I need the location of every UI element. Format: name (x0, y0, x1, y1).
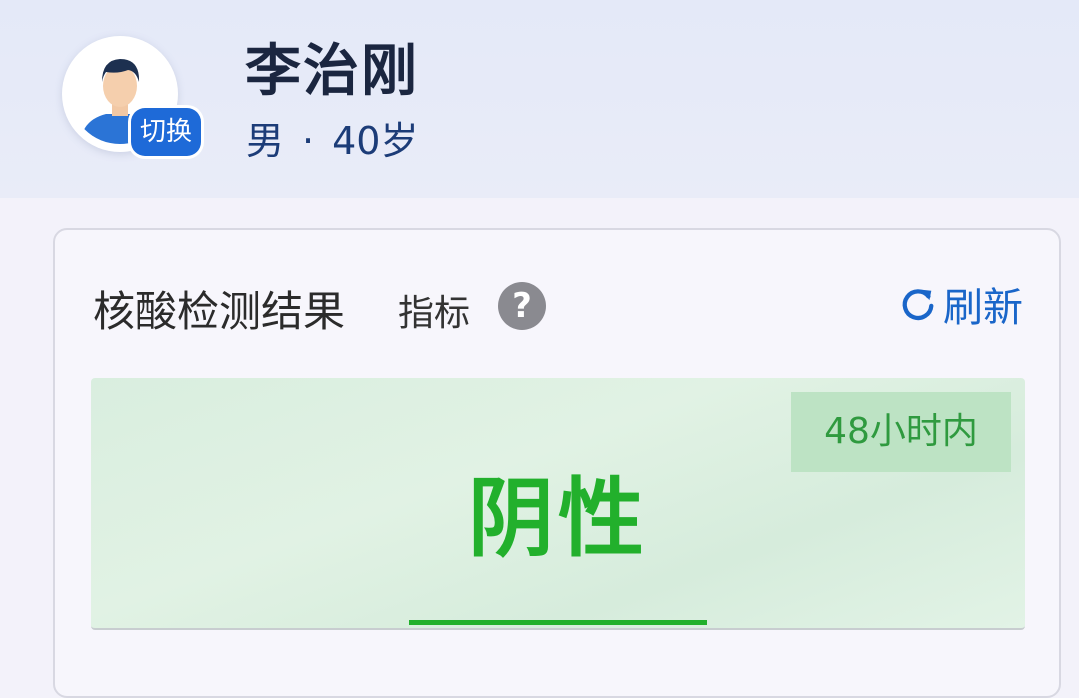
profile-header: 切换 李治刚 男 · 40岁 (0, 0, 1079, 198)
user-age: 40岁 (332, 119, 419, 163)
card-title: 核酸检测结果 (93, 287, 346, 336)
refresh-button[interactable]: 刷新 (899, 278, 1023, 331)
indicator-label: 指标 (398, 293, 471, 334)
result-underline (409, 620, 707, 625)
nucleic-test-card: 核酸检测结果 指标 ? 刷新 48小时内 阴性 (53, 228, 1061, 698)
result-panel: 48小时内 阴性 (91, 378, 1025, 630)
switch-button[interactable]: 切换 (131, 108, 201, 156)
user-gender: 男 (246, 119, 285, 163)
result-status: 阴性 (468, 469, 648, 569)
user-meta: 男 · 40岁 (246, 110, 418, 165)
refresh-label: 刷新 (943, 285, 1023, 331)
help-icon[interactable]: ? (498, 282, 546, 330)
meta-separator: · (302, 119, 315, 163)
user-name: 李治刚 (245, 39, 419, 104)
refresh-icon (902, 289, 934, 321)
